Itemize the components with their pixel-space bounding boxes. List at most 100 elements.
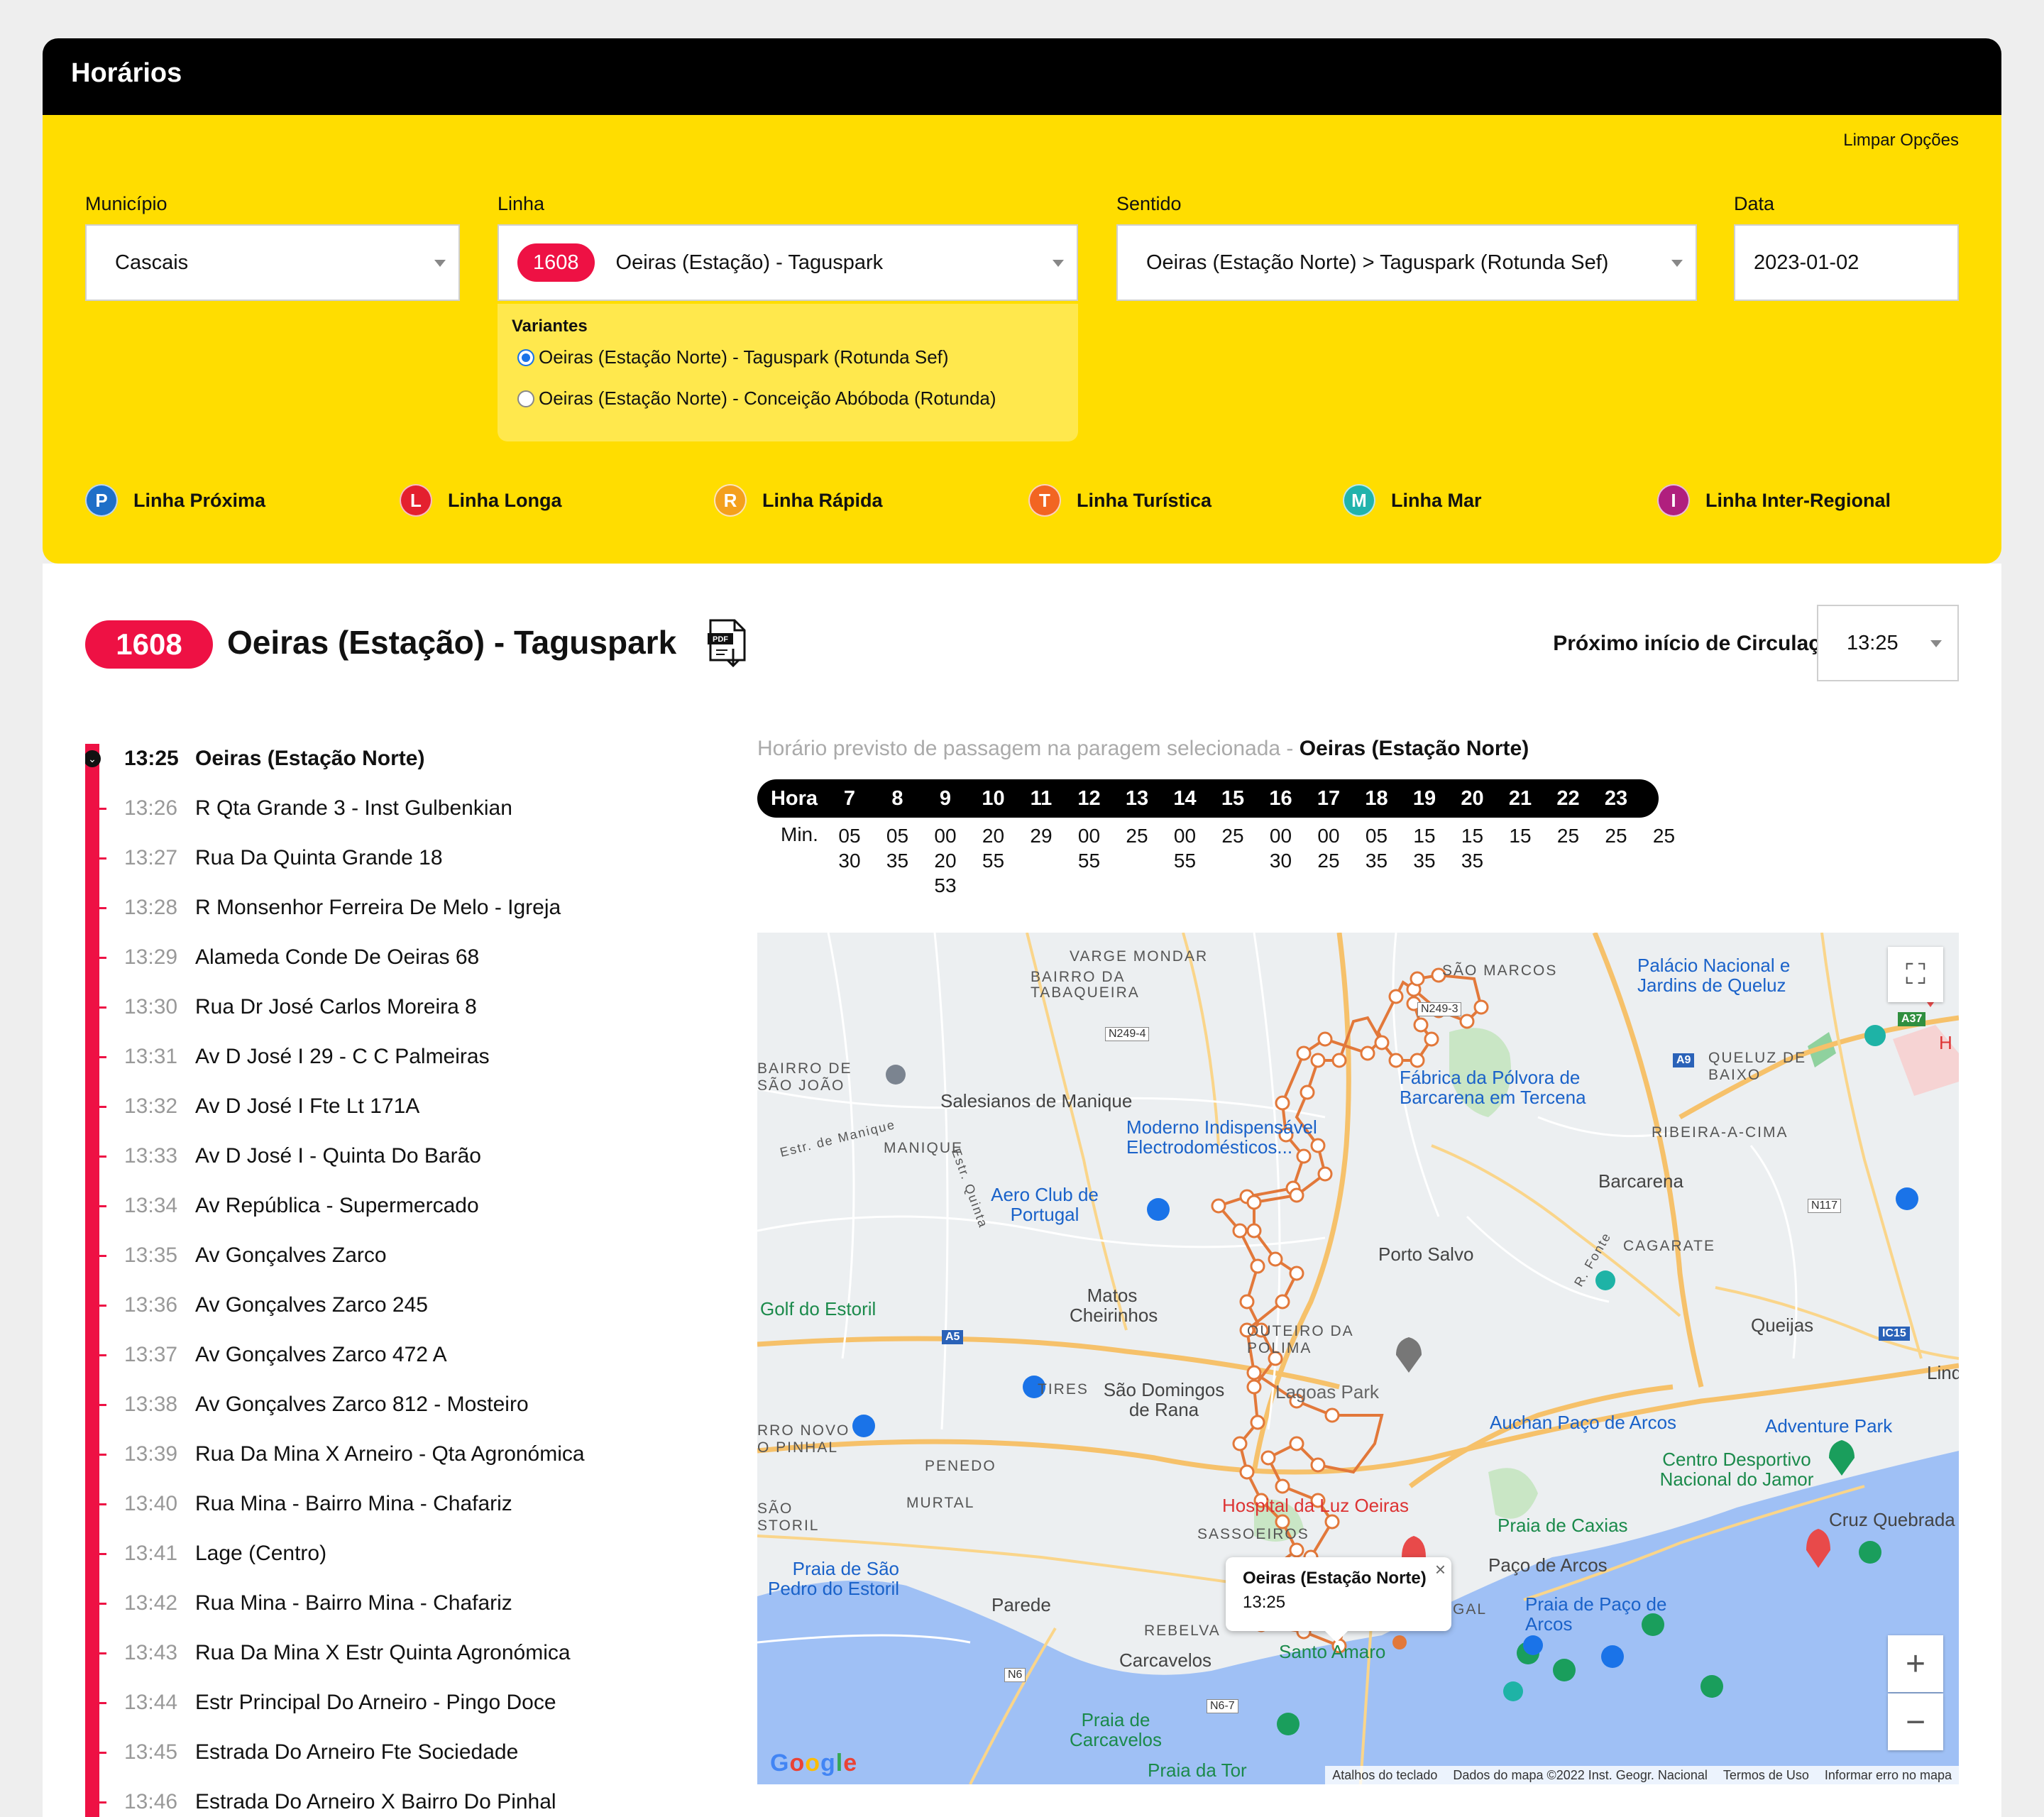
route-stop-marker[interactable] bbox=[1324, 1514, 1340, 1530]
stops-timeline: ⌄ 13:25 Oeiras (Estação Norte) 13:26 R Qta G… bbox=[85, 734, 710, 1817]
route-stop-marker[interactable] bbox=[1260, 1450, 1276, 1466]
stop-row[interactable]: 13:34 Av República - Supermercado bbox=[85, 1181, 710, 1231]
route-stop-marker[interactable] bbox=[1232, 1436, 1248, 1451]
route-map[interactable]: VARGE MONDAR BAIRRO DA TABAQUEIRA SÃO MA… bbox=[757, 933, 1959, 1784]
stop-row[interactable]: 13:45 Estrada Do Arneiro Fte Sociedade bbox=[85, 1728, 710, 1777]
route-stop-marker[interactable] bbox=[1410, 1053, 1425, 1068]
route-stop-marker[interactable] bbox=[1374, 1035, 1390, 1050]
variant-option[interactable]: Oeiras (Estação Norte) - Taguspark (Rotu… bbox=[517, 346, 949, 368]
route-stop-marker[interactable] bbox=[1250, 1258, 1265, 1274]
stop-row[interactable]: 13:31 Av D José I 29 - C C Palmeiras bbox=[85, 1032, 710, 1082]
route-stop-marker[interactable] bbox=[1268, 1251, 1283, 1267]
route-stop-marker[interactable] bbox=[1310, 1053, 1326, 1068]
route-stop-marker[interactable] bbox=[1331, 1053, 1347, 1068]
close-icon[interactable]: × bbox=[1435, 1559, 1446, 1581]
map-label: GAL bbox=[1453, 1601, 1488, 1618]
report-error-link[interactable]: Informar erro no mapa bbox=[1825, 1768, 1952, 1783]
route-stop-marker[interactable] bbox=[1275, 1294, 1290, 1310]
route-stop-marker[interactable] bbox=[1211, 1198, 1226, 1214]
radio-unchecked-icon[interactable] bbox=[517, 390, 534, 407]
route-stop-marker[interactable] bbox=[1239, 1464, 1255, 1480]
schedule-selected-stop: Oeiras (Estação Norte) bbox=[1299, 737, 1529, 760]
stop-row[interactable]: 13:46 Estrada Do Arneiro X Bairro Do Pinh… bbox=[85, 1777, 710, 1817]
route-stop-marker[interactable] bbox=[1246, 1365, 1262, 1380]
stop-row[interactable]: 13:44 Estr Principal Do Arneiro - Pingo D… bbox=[85, 1678, 710, 1728]
route-stop-marker[interactable] bbox=[1388, 1053, 1404, 1068]
map-label: Lagoas Park bbox=[1275, 1381, 1379, 1402]
route-stop-marker[interactable] bbox=[1289, 1436, 1304, 1451]
radio-checked-icon[interactable] bbox=[517, 348, 534, 366]
stop-row[interactable]: 13:30 Rua Dr José Carlos Moreira 8 bbox=[85, 982, 710, 1032]
pdf-download-icon[interactable]: PDF bbox=[706, 617, 749, 669]
route-stop-marker[interactable] bbox=[1246, 1379, 1262, 1395]
route-stop-marker[interactable] bbox=[1388, 989, 1404, 1004]
route-stop-marker[interactable] bbox=[1246, 1223, 1262, 1239]
variant-option[interactable]: Oeiras (Estação Norte) - Conceição Abóbo… bbox=[517, 388, 996, 410]
road-badge: N249-3 bbox=[1417, 1002, 1462, 1016]
hour-header: 16 bbox=[1269, 786, 1292, 810]
stop-row[interactable]: 13:43 Rua Da Mina X Estr Quinta Agronómic… bbox=[85, 1628, 710, 1678]
stop-row[interactable]: 13:40 Rua Mina - Bairro Mina - Chafariz bbox=[85, 1479, 710, 1529]
stop-row[interactable]: 13:28 R Monsenhor Ferreira De Melo - Igre… bbox=[85, 883, 710, 933]
stop-row[interactable]: 13:32 Av D José I Fte Lt 171A bbox=[85, 1082, 710, 1131]
stop-row[interactable]: 13:35 Av Gonçalves Zarco bbox=[85, 1231, 710, 1280]
route-stop-marker[interactable] bbox=[1317, 1031, 1333, 1047]
route-stop-marker[interactable] bbox=[1296, 1045, 1312, 1061]
stop-row[interactable]: 13:41 Lage (Centro) bbox=[85, 1529, 710, 1579]
terms-link[interactable]: Termos de Uso bbox=[1723, 1768, 1809, 1783]
route-stop-marker[interactable] bbox=[1275, 1095, 1290, 1111]
keyboard-shortcuts-link[interactable]: Atalhos do teclado bbox=[1332, 1768, 1437, 1783]
route-stop-marker[interactable] bbox=[1413, 1017, 1429, 1033]
stop-row[interactable]: 13:37 Av Gonçalves Zarco 472 A bbox=[85, 1330, 710, 1380]
sentido-select[interactable]: Oeiras (Estação Norte) > Taguspark (Rotu… bbox=[1116, 224, 1697, 301]
stop-row[interactable]: 13:39 Rua Da Mina X Arneiro - Qta Agronóm… bbox=[85, 1429, 710, 1479]
stop-row[interactable]: 13:33 Av D José I - Quinta Do Barão bbox=[85, 1131, 710, 1181]
stop-tick bbox=[99, 1702, 106, 1704]
stop-name: Av D José I - Quinta Do Barão bbox=[195, 1144, 481, 1168]
route-stop-marker[interactable] bbox=[1360, 1045, 1375, 1061]
route-stop-marker[interactable] bbox=[1459, 1014, 1475, 1029]
route-stop-marker[interactable] bbox=[1300, 1085, 1315, 1100]
minutes-cell: 25 bbox=[1211, 823, 1254, 848]
stop-row[interactable]: 13:38 Av Gonçalves Zarco 812 - Mosteiro bbox=[85, 1380, 710, 1429]
legend-linha-inter-regional: I Linha Inter-Regional bbox=[1657, 484, 1891, 517]
stop-tick bbox=[99, 1205, 106, 1207]
municipio-select[interactable]: Cascais bbox=[85, 224, 460, 301]
stop-name: Av Gonçalves Zarco 812 - Mosteiro bbox=[195, 1393, 529, 1416]
route-stop-marker[interactable] bbox=[1275, 1478, 1290, 1494]
route-stop-marker[interactable] bbox=[1289, 1266, 1304, 1281]
clear-options-link[interactable]: Limpar Opções bbox=[1843, 131, 1959, 150]
stop-row[interactable]: 13:27 Rua Da Quinta Grande 18 bbox=[85, 833, 710, 883]
stop-row[interactable]: ⌄ 13:25 Oeiras (Estação Norte) bbox=[85, 734, 710, 784]
route-stop-marker[interactable] bbox=[1232, 1223, 1248, 1239]
next-departure-select[interactable]: 13:25 bbox=[1817, 605, 1959, 681]
stop-row[interactable]: 13:42 Rua Mina - Bairro Mina - Chafariz bbox=[85, 1579, 710, 1628]
route-stop-marker[interactable] bbox=[1410, 971, 1425, 987]
chevron-down-icon[interactable]: ⌄ bbox=[85, 750, 101, 767]
stop-tick bbox=[99, 1801, 106, 1804]
route-stop-marker[interactable] bbox=[1310, 1457, 1326, 1473]
legend-label: Linha Longa bbox=[448, 489, 562, 511]
date-input[interactable]: 2023-01-02 bbox=[1734, 224, 1959, 301]
stop-row[interactable]: 13:26 R Qta Grande 3 - Inst Gulbenkian bbox=[85, 784, 710, 833]
zoom-out-button[interactable]: − bbox=[1888, 1694, 1943, 1750]
route-stop-marker[interactable] bbox=[1246, 1195, 1262, 1210]
route-stop-marker[interactable] bbox=[1324, 1407, 1340, 1423]
map-label: QUELUZ DE BAIXO bbox=[1708, 1050, 1807, 1083]
route-stop-marker[interactable] bbox=[1289, 1187, 1304, 1203]
stop-row[interactable]: 13:36 Av Gonçalves Zarco 245 bbox=[85, 1280, 710, 1330]
minute-value: 00 bbox=[1173, 825, 1197, 847]
route-stop-marker[interactable] bbox=[1289, 1542, 1304, 1558]
map-label: PENEDO bbox=[925, 1458, 996, 1474]
zoom-in-button[interactable]: + bbox=[1888, 1635, 1943, 1692]
linha-select[interactable]: 1608 Oeiras (Estação) - Taguspark bbox=[498, 224, 1078, 301]
route-stop-marker[interactable] bbox=[1250, 1415, 1265, 1430]
road-badge: N6 bbox=[1004, 1668, 1026, 1682]
route-stop-marker[interactable] bbox=[1239, 1294, 1255, 1310]
route-stop-marker[interactable] bbox=[1317, 1166, 1333, 1182]
route-stop-marker[interactable] bbox=[1424, 1031, 1439, 1047]
stop-row[interactable]: 13:29 Alameda Conde De Oeiras 68 bbox=[85, 933, 710, 982]
fullscreen-button[interactable]: ⛶ bbox=[1888, 947, 1943, 1002]
stop-info-window[interactable]: Oeiras (Estação Norte) 13:25 × bbox=[1226, 1557, 1451, 1642]
route-stop-marker[interactable] bbox=[1473, 999, 1489, 1015]
